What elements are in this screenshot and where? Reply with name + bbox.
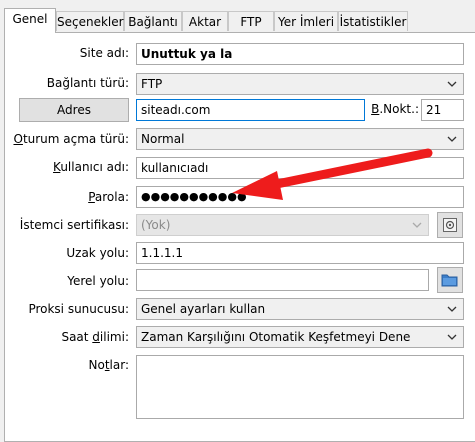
local-dir-field[interactable] xyxy=(136,269,429,291)
client-cert-value: (Yok) xyxy=(141,218,171,232)
logon-type-select[interactable]: Normal xyxy=(136,128,464,150)
local-dir-label: Yerel yolu: xyxy=(67,274,129,288)
proxy-label: Proksi sunucusu: xyxy=(28,302,129,316)
client-cert-label: İstemci sertifikası: xyxy=(19,218,129,232)
connection-type-label: Bağlantı türü: xyxy=(46,76,129,90)
notes-textarea[interactable] xyxy=(136,355,464,419)
remote-dir-field[interactable]: 1.1.1.1 xyxy=(136,242,464,264)
port-field[interactable]: 21 xyxy=(421,99,464,121)
tab-ftp[interactable]: FTP xyxy=(228,11,274,31)
site-name-label: Site adı: xyxy=(79,46,129,60)
notes-label: Notlar: xyxy=(88,358,130,372)
proxy-select[interactable]: Genel ayarları kullan xyxy=(136,298,464,320)
chevron-down-icon xyxy=(447,334,457,340)
chevron-down-icon xyxy=(447,136,457,142)
timezone-select[interactable]: Zaman Karşılığını Otomatik Keşfetmeyi De… xyxy=(136,326,464,348)
username-label: Kullanıcı adı: xyxy=(53,160,129,174)
client-cert-select: (Yok) xyxy=(136,214,429,236)
address-field[interactable]: siteadı.com xyxy=(136,99,365,121)
site-name-field[interactable]: Unuttuk ya la xyxy=(136,43,464,65)
connection-type-select[interactable]: FTP xyxy=(136,73,464,95)
connection-type-value: FTP xyxy=(141,77,163,91)
certificate-browse-button[interactable] xyxy=(437,212,463,238)
port-label: B.Nokt.: xyxy=(371,102,419,116)
tab-options[interactable]: Seçenekler xyxy=(56,11,124,31)
logon-type-value: Normal xyxy=(141,132,185,146)
timezone-label: Saat dilimi: xyxy=(61,330,129,344)
tab-connection[interactable]: Bağlantı xyxy=(124,11,182,31)
tab-general[interactable]: Genel xyxy=(4,8,56,33)
password-field[interactable]: ●●●●●●●●●●● xyxy=(136,186,464,208)
proxy-value: Genel ayarları kullan xyxy=(141,302,266,316)
remote-dir-label: Uzak yolu: xyxy=(66,246,129,260)
chevron-down-icon xyxy=(447,81,457,87)
logon-type-label: Oturum açma türü: xyxy=(13,132,129,146)
tab-bookmarks[interactable]: Yer İmleri xyxy=(274,11,338,31)
local-dir-browse-button[interactable] xyxy=(437,267,463,293)
username-field[interactable]: kullanıcıadı xyxy=(136,157,464,179)
chevron-down-icon xyxy=(447,306,457,312)
tab-transfer[interactable]: Aktar xyxy=(182,11,228,31)
timezone-value: Zaman Karşılığını Otomatik Keşfetmeyi De… xyxy=(141,330,411,344)
tab-bar: Genel Seçenekler Bağlantı Aktar FTP Yer … xyxy=(4,8,474,33)
password-label: Parola: xyxy=(88,190,129,204)
chevron-down-icon xyxy=(412,222,422,228)
tab-statistics[interactable]: İstatistikler xyxy=(338,11,408,31)
address-button[interactable]: Adres xyxy=(19,98,129,122)
certificate-icon xyxy=(443,218,457,232)
folder-icon xyxy=(441,274,458,287)
